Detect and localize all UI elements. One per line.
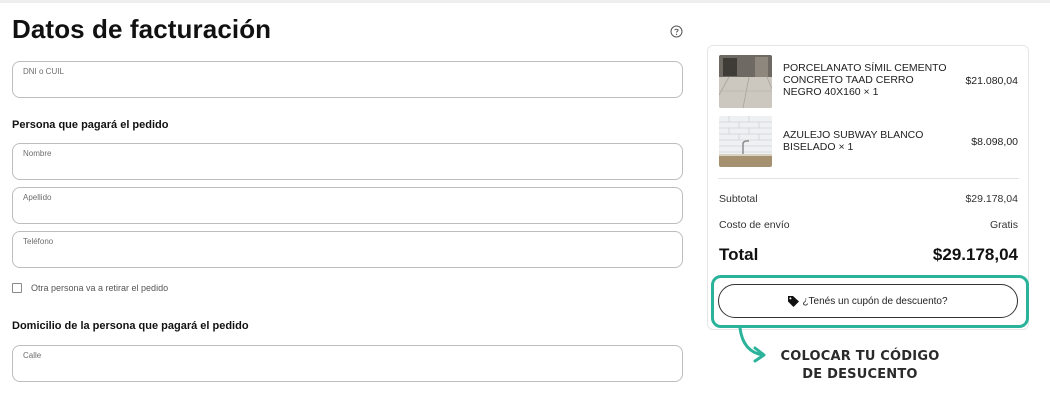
tag-icon xyxy=(788,295,800,307)
telefono-label: Teléfono xyxy=(23,237,54,246)
top-divider xyxy=(0,0,1050,3)
subtotal-label: Subtotal xyxy=(719,193,758,205)
coupon-callout-text: COLOCAR TU CÓDIGO DE DESUCENTO xyxy=(770,348,950,384)
coupon-button-label: ¿Tenés un cupón de descuento? xyxy=(802,295,948,307)
other-person-checkbox-row[interactable]: Otra persona va a retirar el pedido xyxy=(12,283,168,293)
dni-cuil-field[interactable]: DNI o CUIL xyxy=(12,61,683,98)
nombre-label: Nombre xyxy=(23,149,52,158)
total-value: $29.178,04 xyxy=(932,245,1018,264)
callout-arrow-icon xyxy=(738,326,766,363)
calle-label: Calle xyxy=(23,351,42,360)
porcelain-tile-floor-thumbnail xyxy=(719,55,772,108)
page-title: Datos de facturación xyxy=(12,14,272,44)
apellido-field[interactable]: Apellido xyxy=(12,187,683,224)
shipping-value: Gratis xyxy=(989,219,1018,231)
coupon-button[interactable]: ¿Tenés un cupón de descuento? xyxy=(718,284,1018,318)
product-price-2: $8.098,00 xyxy=(971,136,1018,148)
calle-field[interactable]: Calle xyxy=(12,345,683,382)
total-label: Total xyxy=(719,245,759,264)
nombre-field[interactable]: Nombre xyxy=(12,143,683,180)
product-name-1: PORCELANATO SÍMIL CEMENTO CONCRETO TAAD … xyxy=(783,62,947,98)
product-price-1: $21.080,04 xyxy=(965,75,1018,87)
summary-divider xyxy=(718,178,1019,179)
question-circle-icon[interactable] xyxy=(670,25,683,38)
payer-section-heading: Persona que pagará el pedido xyxy=(12,119,169,131)
other-person-checkbox[interactable] xyxy=(12,283,22,293)
subtotal-value: $29.178,04 xyxy=(965,193,1018,205)
callout-line-1: COLOCAR TU CÓDIGO xyxy=(780,349,940,364)
telefono-field[interactable]: Teléfono xyxy=(12,231,683,268)
dni-cuil-label: DNI o CUIL xyxy=(23,67,64,76)
other-person-checkbox-label: Otra persona va a retirar el pedido xyxy=(31,283,169,293)
shipping-label: Costo de envío xyxy=(719,219,790,231)
subway-tile-wall-thumbnail xyxy=(719,116,772,167)
apellido-label: Apellido xyxy=(23,193,52,202)
callout-line-2: DE DESUCENTO xyxy=(802,367,918,382)
product-name-2: AZULEJO SUBWAY BLANCO BISELADO × 1 xyxy=(783,129,924,153)
address-section-heading: Domicilio de la persona que pagará el pe… xyxy=(12,320,249,332)
